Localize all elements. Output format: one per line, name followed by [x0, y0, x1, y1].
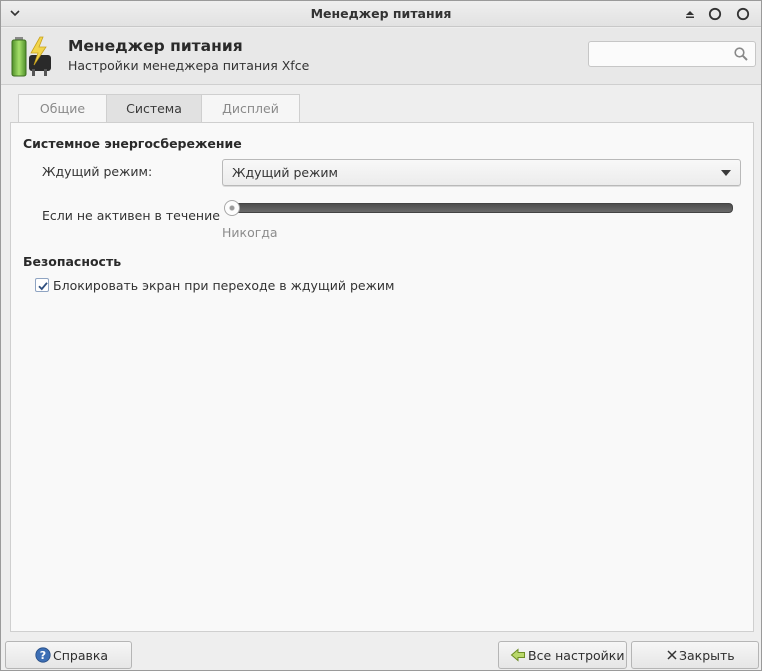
maximize-icon[interactable]: [707, 6, 723, 22]
close-button-label: Закрыть: [679, 648, 735, 663]
all-settings-button[interactable]: Все настройки: [498, 641, 627, 669]
inactive-slider-value: Никогда: [222, 225, 278, 240]
inactive-label: Если не активен в течение: [42, 208, 220, 223]
header-title: Менеджер питания: [68, 37, 243, 55]
title-bar: Менеджер питания: [1, 1, 761, 27]
help-icon: ?: [35, 647, 51, 663]
all-settings-button-label: Все настройки: [528, 648, 625, 663]
x-icon: [664, 647, 680, 663]
sleep-mode-value: Ждущий режим: [232, 165, 338, 180]
dropdown-arrow-icon: [721, 170, 731, 176]
close-button[interactable]: Закрыть: [631, 641, 759, 669]
help-button-label: Справка: [53, 648, 109, 663]
lock-screen-checkbox[interactable]: [35, 278, 49, 292]
tab-display[interactable]: Дисплей: [201, 94, 300, 122]
window-title: Менеджер питания: [310, 6, 452, 21]
help-button[interactable]: ? Справка: [5, 641, 132, 669]
search-icon[interactable]: [733, 46, 749, 62]
tab-general[interactable]: Общие: [18, 94, 107, 122]
power-saving-section-title: Системное энергосбережение: [23, 136, 242, 151]
sleep-mode-label: Ждущий режим:: [42, 164, 153, 179]
shade-icon[interactable]: [682, 6, 698, 22]
inactive-slider-handle[interactable]: [224, 200, 240, 216]
sleep-mode-select[interactable]: Ждущий режим: [222, 159, 741, 186]
lock-screen-label[interactable]: Блокировать экран при переходе в ждущий …: [53, 278, 394, 293]
close-icon[interactable]: [735, 6, 751, 22]
dialog-header: Менеджер питания Настройки менеджера пит…: [1, 28, 761, 85]
header-subtitle: Настройки менеджера питания Xfce: [68, 58, 310, 73]
settings-notebook: Общие Система Дисплей Системное энергосб…: [10, 94, 754, 632]
inactive-slider[interactable]: [227, 203, 733, 213]
search-box[interactable]: [588, 41, 756, 67]
checkmark-icon: [38, 282, 48, 291]
svg-text:?: ?: [40, 649, 46, 662]
power-manager-window: Менеджер питания Менеджер питания Настро…: [0, 0, 762, 671]
tab-system[interactable]: Система: [106, 94, 202, 123]
back-arrow-icon: [510, 647, 526, 663]
system-page: Системное энергосбережение Ждущий режим:…: [10, 122, 754, 632]
search-input[interactable]: [593, 45, 723, 63]
security-section-title: Безопасность: [23, 254, 122, 269]
battery-power-icon: [9, 33, 55, 79]
